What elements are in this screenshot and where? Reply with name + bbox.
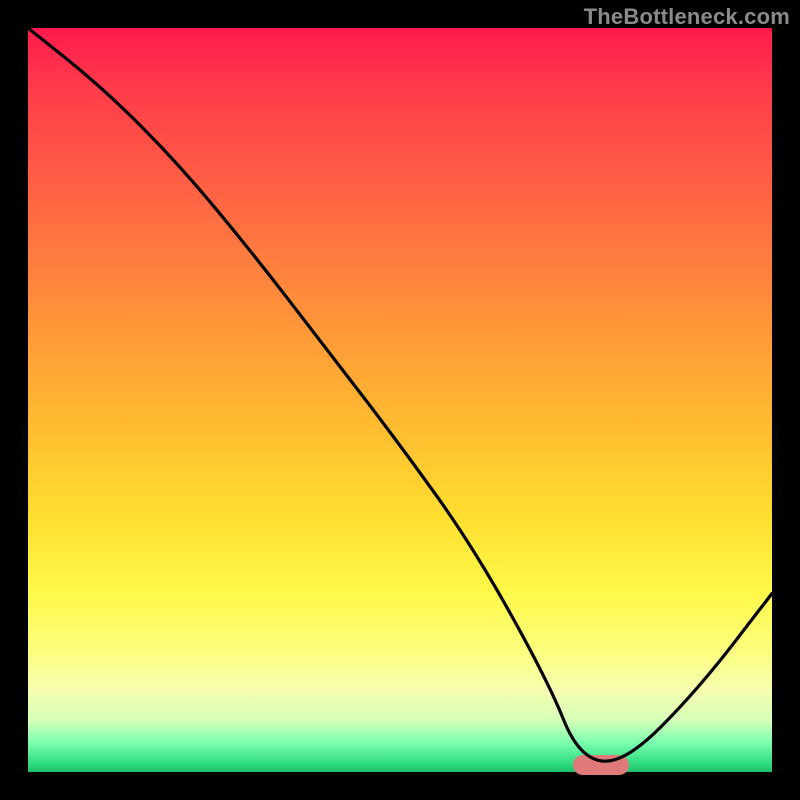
optimum-marker [573, 755, 629, 775]
curve-path [28, 28, 772, 761]
watermark-text: TheBottleneck.com [584, 4, 790, 30]
chart-frame: TheBottleneck.com [0, 0, 800, 800]
plot-area [28, 28, 772, 772]
bottleneck-curve [28, 28, 772, 772]
